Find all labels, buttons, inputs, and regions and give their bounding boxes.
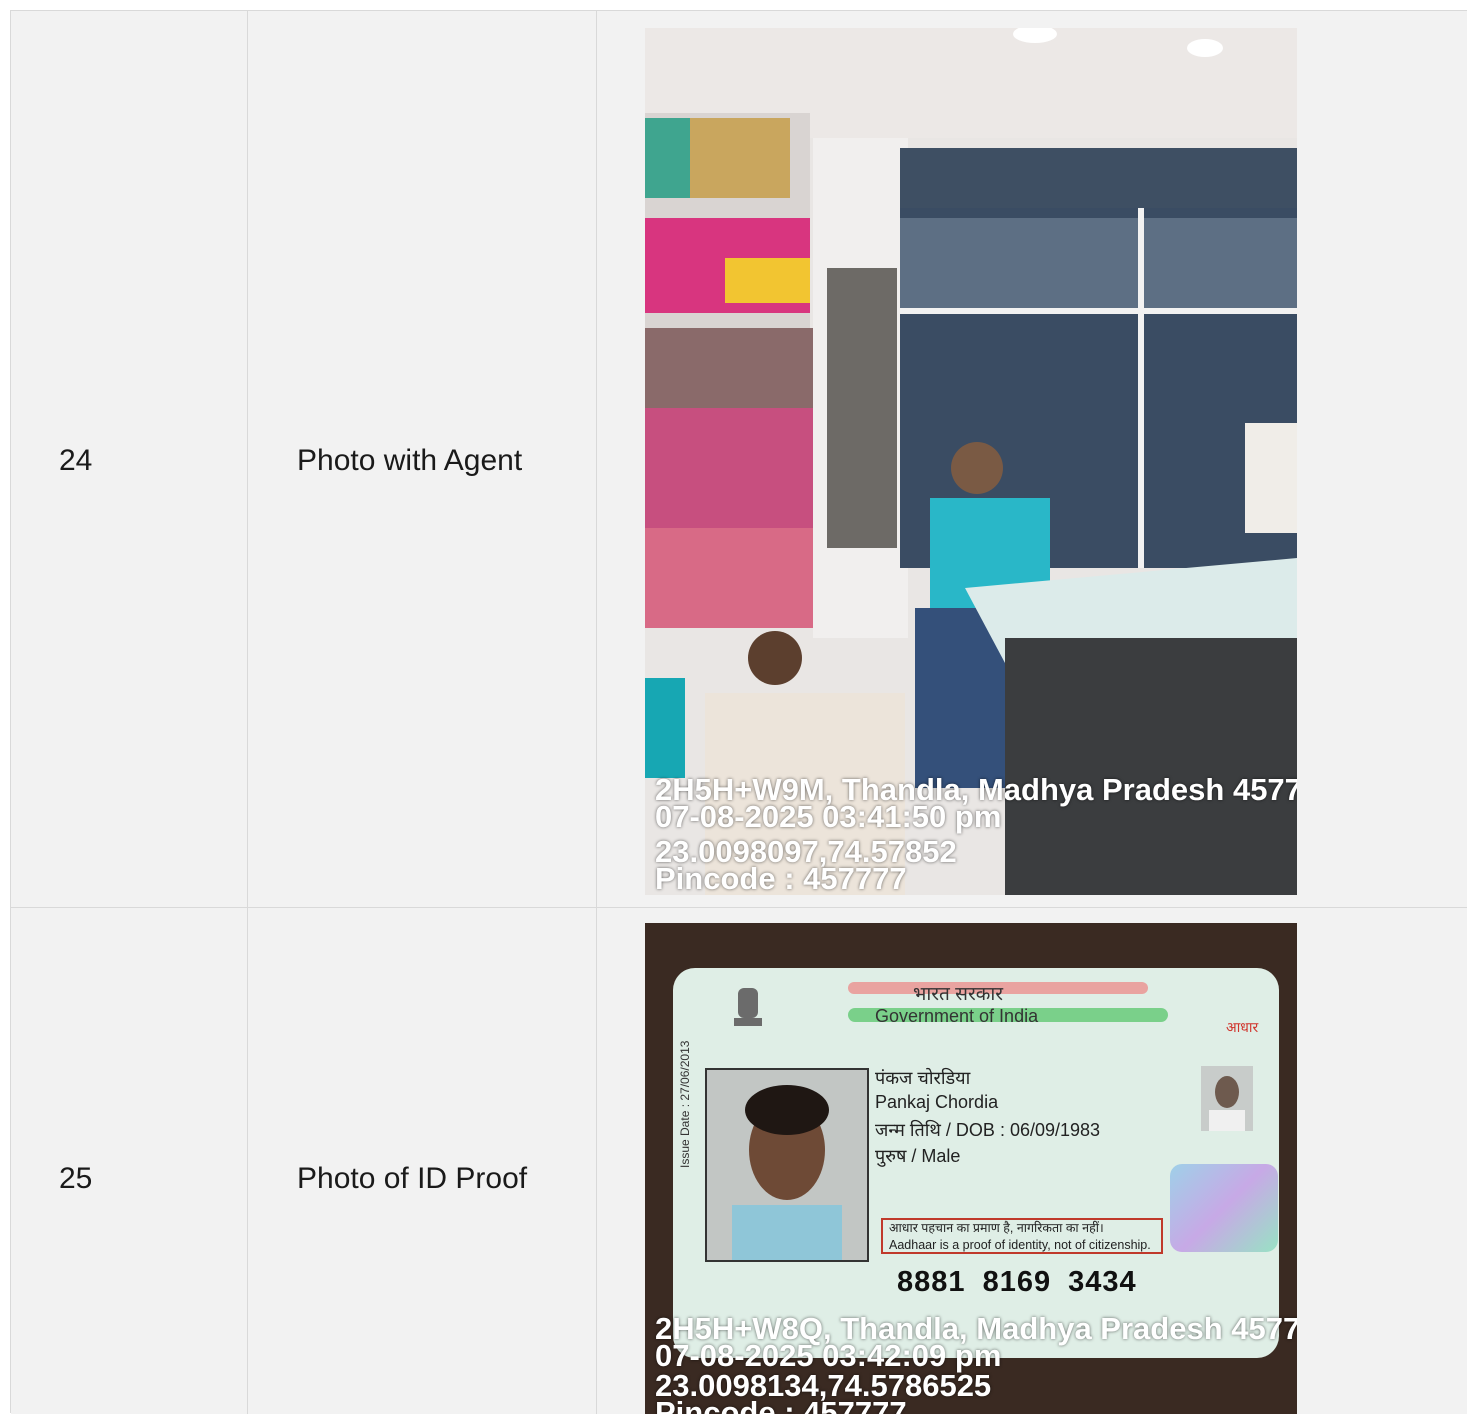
serial-number: 24	[59, 444, 93, 477]
holder-name-hindi: पंकज चोरडिया	[875, 1068, 971, 1088]
id-proof-photo[interactable]: भारत सरकार Government of India आधार Issu…	[645, 923, 1297, 1414]
national-emblem-icon	[734, 988, 762, 1026]
holder-photo	[705, 1068, 869, 1262]
small-portrait-icon	[1209, 1076, 1245, 1131]
aadhaar-number: 8881 8169 3434	[897, 1266, 1137, 1298]
aadhaar-card: भारत सरकार Government of India आधार Issu…	[673, 968, 1279, 1358]
disclaimer-english: Aadhaar is a proof of identity, not of c…	[889, 1238, 1151, 1252]
geo-stamp: 2H5H+W8Q, Thandla, Madhya Pradesh 4577 0…	[655, 1313, 1297, 1414]
serial-number-cell: 24	[11, 11, 248, 907]
holder-name-english: Pankaj Chordia	[875, 1092, 999, 1112]
holder-dob: जन्म तिथि / DOB : 06/09/1983	[875, 1120, 1101, 1140]
agent-photo[interactable]: 2H5H+W9M, Thandla, Madhya Pradesh 4577 0…	[645, 28, 1297, 895]
stamp-datetime: 07-08-2025 03:42:09 pm	[655, 1338, 1002, 1373]
description-label: Photo with Agent	[297, 444, 523, 477]
gov-english: Government of India	[875, 1006, 1039, 1026]
stamp-datetime: 07-08-2025 03:41:50 pm	[655, 799, 1002, 834]
small-holder-photo	[1201, 1066, 1253, 1131]
description-cell: Photo with Agent	[248, 11, 597, 907]
hologram-icon	[1170, 1164, 1278, 1252]
serial-number-cell: 25	[11, 908, 248, 1414]
photo-cell: भारत सरकार Government of India आधार Issu…	[597, 908, 1467, 1414]
gov-hindi: भारत सरकार	[913, 984, 1004, 1005]
disclaimer-box: आधार पहचान का प्रमाण है, नागरिकता का नही…	[881, 1218, 1163, 1254]
portrait-icon	[732, 1085, 842, 1260]
description-cell: Photo of ID Proof	[248, 908, 597, 1414]
aadhaar-logo-icon: आधार	[1226, 1019, 1259, 1035]
holder-gender: पुरुष / Male	[875, 1146, 961, 1166]
table-row: 24 Photo with Agent 2H5H+W9M, Thandla, M…	[11, 11, 1467, 908]
stamp-pincode: Pincode : 457777	[655, 861, 907, 895]
serial-number: 25	[59, 1162, 93, 1195]
geo-stamp: 2H5H+W9M, Thandla, Madhya Pradesh 4577 0…	[655, 774, 1297, 895]
table-row: 25 Photo of ID Proof भारत सरकार Governme…	[11, 908, 1467, 1414]
shop-photo-icon	[645, 28, 1297, 895]
issue-date: Issue Date : 27/06/2013	[678, 1040, 692, 1168]
description-label: Photo of ID Proof	[297, 1162, 528, 1195]
photo-cell: 2H5H+W9M, Thandla, Madhya Pradesh 4577 0…	[597, 11, 1467, 907]
disclaimer-hindi: आधार पहचान का प्रमाण है, नागरिकता का नही…	[889, 1221, 1104, 1235]
evidence-table: 24 Photo with Agent 2H5H+W9M, Thandla, M…	[10, 10, 1467, 1414]
